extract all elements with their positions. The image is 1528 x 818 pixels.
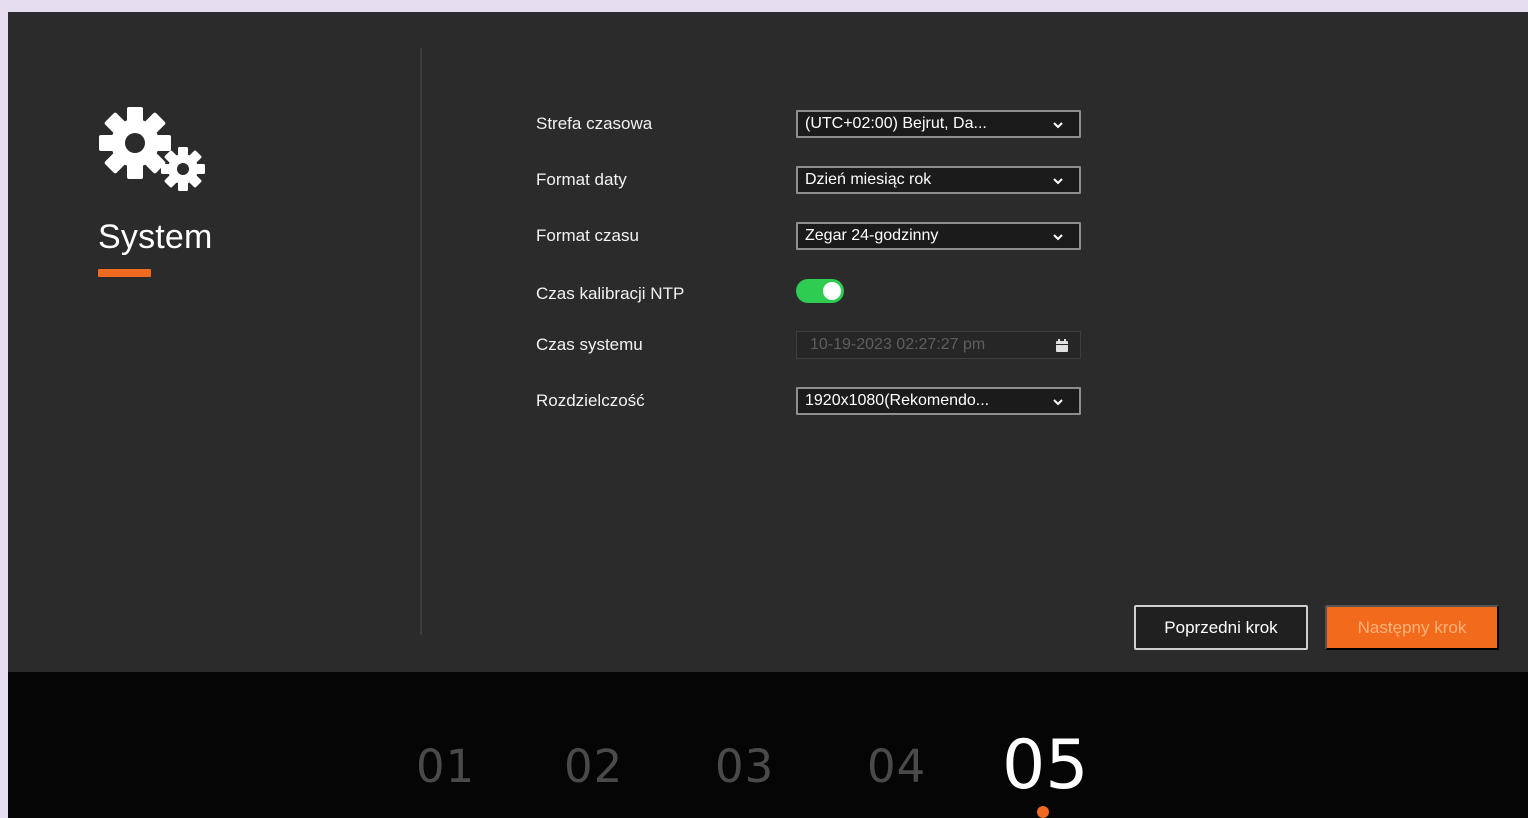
resolution-label: Rozdzielczość — [536, 391, 645, 410]
date-format-select[interactable]: Dzień miesiąc rok — [796, 166, 1081, 194]
chevron-down-icon — [1053, 178, 1063, 185]
step-05-active[interactable]: 05 — [1002, 726, 1089, 805]
timezone-label: Strefa czasowa — [536, 114, 653, 133]
time-format-select[interactable]: Zegar 24-godzinny — [796, 222, 1081, 250]
calendar-icon — [1056, 339, 1068, 352]
ntp-toggle[interactable] — [796, 279, 844, 303]
system-time-value: 10-19-2023 02:27:27 pm — [810, 336, 986, 353]
chevron-down-icon — [1053, 234, 1063, 241]
timezone-select[interactable]: (UTC+02:00) Bejrut, Da... — [796, 110, 1081, 138]
time-format-value: Zegar 24-godzinny — [805, 227, 939, 244]
toggle-knob — [823, 282, 841, 300]
chevron-down-icon — [1053, 399, 1063, 406]
active-step-dot — [1037, 806, 1049, 818]
date-format-label: Format daty — [536, 170, 627, 189]
previous-step-button[interactable]: Poprzedni krok — [1134, 605, 1308, 650]
step-04[interactable]: 04 — [867, 740, 926, 793]
resolution-select[interactable]: 1920x1080(Rekomendo... — [796, 387, 1081, 415]
gears-icon — [98, 106, 210, 192]
next-step-button[interactable]: Następny krok — [1325, 605, 1499, 650]
timezone-value: (UTC+02:00) Bejrut, Da... — [805, 115, 987, 132]
step-indicator-bar: 01 02 03 04 05 — [8, 672, 1528, 818]
time-format-label: Format czasu — [536, 226, 639, 245]
setup-wizard-screen: System Strefa czasowa (UTC+02:00) Bejrut… — [8, 12, 1528, 818]
system-time-field[interactable]: 10-19-2023 02:27:27 pm — [796, 331, 1081, 359]
system-time-label: Czas systemu — [536, 335, 643, 354]
resolution-value: 1920x1080(Rekomendo... — [805, 392, 990, 409]
ntp-label: Czas kalibracji NTP — [536, 284, 685, 303]
chevron-down-icon — [1053, 122, 1063, 129]
date-format-value: Dzień miesiąc rok — [805, 171, 932, 188]
section-title: System — [98, 218, 213, 256]
title-underline — [98, 269, 151, 277]
vertical-divider — [420, 48, 422, 635]
step-03[interactable]: 03 — [715, 740, 774, 793]
step-01[interactable]: 01 — [416, 740, 475, 793]
step-02[interactable]: 02 — [564, 740, 623, 793]
